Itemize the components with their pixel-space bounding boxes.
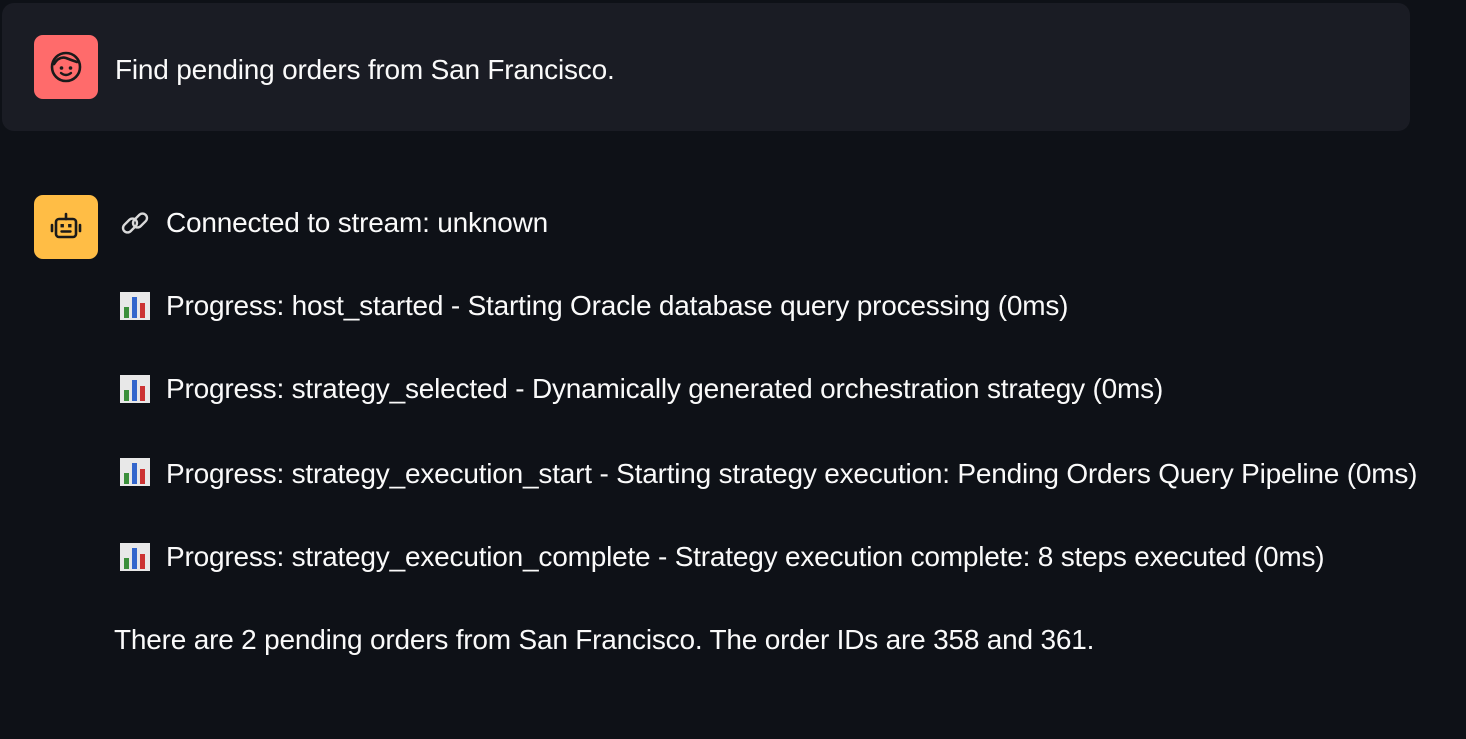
progress-text: Progress: strategy_execution_complete - … [166,541,1325,572]
progress-item: Progress: strategy_execution_start - Sta… [114,447,1434,499]
bar-chart-icon [118,372,152,406]
bar-chart-icon [118,289,152,323]
progress-item: Progress: strategy_execution_complete - … [114,532,1434,582]
user-face-icon [50,51,82,83]
user-message-text: Find pending orders from San Francisco. [115,54,615,85]
progress-item: Progress: host_started - Starting Oracle… [114,281,1434,331]
assistant-answer: There are 2 pending orders from San Fran… [114,624,1095,655]
robot-icon [50,212,82,239]
connection-status: Connected to stream: unknown [114,198,1434,248]
chat-container: Find pending orders from San Francisco. [0,0,1466,739]
user-message: Find pending orders from San Francisco. [2,3,1410,131]
progress-text: Progress: strategy_selected - Dynamicall… [166,373,1164,404]
bar-chart-icon [118,540,152,574]
link-icon [118,206,152,240]
progress-item: Progress: strategy_selected - Dynamicall… [114,364,1434,414]
user-avatar [34,35,98,99]
progress-text: Progress: strategy_execution_start - Sta… [166,458,1418,489]
connection-text: Connected to stream: unknown [166,207,548,238]
assistant-message: Connected to stream: unknown Progress: h… [114,198,1434,665]
progress-text: Progress: host_started - Starting Oracle… [166,290,1069,321]
assistant-avatar [34,195,98,259]
bar-chart-icon [118,455,152,489]
